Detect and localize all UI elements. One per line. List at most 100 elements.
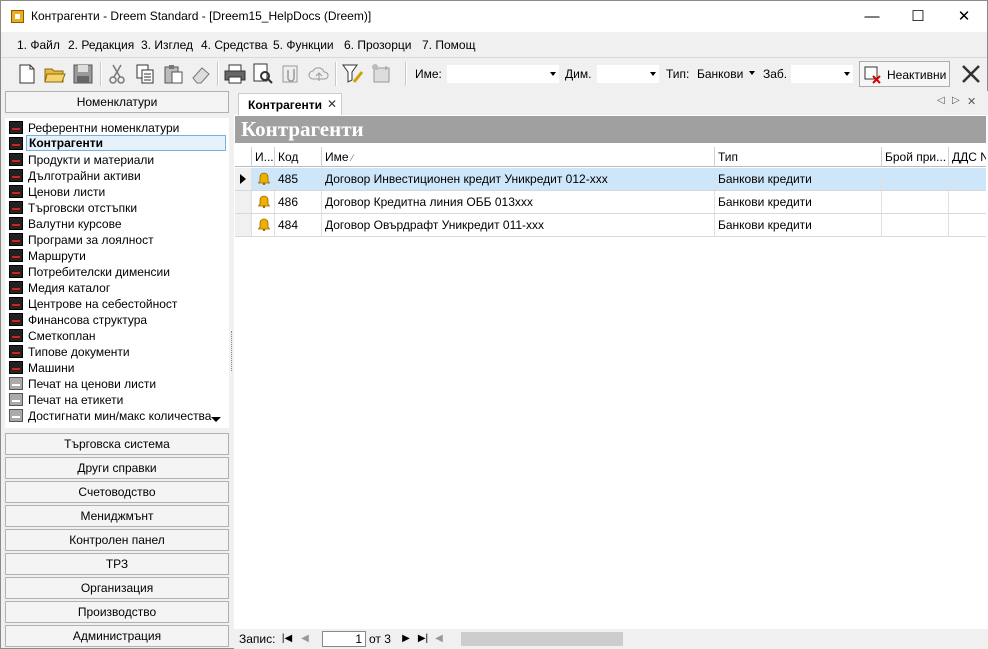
tab-scroll-right-icon[interactable]: ▷ [952, 95, 960, 106]
tab-scroll-left-icon[interactable]: ◁ [937, 95, 945, 106]
copy-icon[interactable] [133, 62, 157, 86]
table-row[interactable]: 485 Договор Инвестиционен кредит Уникред… [235, 168, 986, 191]
first-record-icon[interactable]: |◀ [280, 632, 294, 646]
section-organization[interactable]: Организация [5, 577, 229, 599]
nav-item-routes[interactable]: Маршрути [9, 247, 229, 263]
nav-item-chart-of-accounts[interactable]: Сметкоплан [9, 327, 229, 343]
report-icon [9, 137, 23, 150]
menu-windows[interactable]: 6. Прозорци [344, 38, 411, 52]
prev-record-icon[interactable]: ◀ [298, 632, 312, 646]
tab-contractors[interactable]: Контрагенти ✕ [238, 93, 342, 115]
nav-item-machines[interactable]: Машини [9, 359, 229, 375]
menu-functions[interactable]: 5. Функции [273, 38, 334, 52]
table-row[interactable]: 484 Договор Овърдрафт Уникредит 011-ххх … [235, 214, 986, 237]
title-bar: Контрагенти - Dreem Standard - [Dreem15_… [1, 1, 987, 32]
nav-item-discounts[interactable]: Търговски отстъпки [9, 199, 229, 215]
chevron-down-icon[interactable] [749, 71, 755, 75]
close-x-icon[interactable] [959, 62, 983, 86]
close-all-tabs-icon[interactable]: ✕ [967, 95, 976, 108]
chevron-down-icon[interactable] [650, 72, 656, 76]
maximize-button[interactable]: ☐ [895, 1, 941, 32]
print-icon[interactable] [223, 62, 247, 86]
scrollbar-thumb[interactable] [461, 632, 623, 646]
record-number-input[interactable]: 1 [322, 631, 366, 647]
panel-header: Контрагенти [235, 116, 986, 143]
tab-strip: Контрагенти ✕ ◁ ▷ ✕ [234, 91, 988, 115]
nav-item-financial-structure[interactable]: Финансова структура [9, 311, 229, 327]
cloud-upload-icon[interactable] [307, 62, 331, 86]
name-combo[interactable] [447, 65, 559, 83]
close-button[interactable]: ✕ [941, 1, 987, 32]
new-document-icon[interactable] [15, 62, 39, 86]
report-icon [9, 201, 23, 214]
nomenclature-list[interactable]: Референтни номенклатури Контрагенти Прод… [5, 118, 229, 428]
menu-help[interactable]: 7. Помощ [422, 38, 475, 52]
section-nomenclatures[interactable]: Номенклатури [5, 91, 229, 113]
inactive-toggle-button[interactable]: Неактивни [859, 61, 950, 87]
application-window: Контрагенти - Dreem Standard - [Dreem15_… [0, 0, 988, 649]
new-record-icon[interactable]: ◀ [432, 632, 446, 646]
column-header-name[interactable]: Име ⁄ [322, 147, 715, 167]
nav-item-document-types[interactable]: Типове документи [9, 343, 229, 359]
calendar-settings-icon[interactable] [369, 62, 393, 86]
report-icon [9, 329, 23, 342]
nav-item-price-lists[interactable]: Ценови листи [9, 183, 229, 199]
section-payroll[interactable]: ТРЗ [5, 553, 229, 575]
nav-item-print-price-lists[interactable]: Печат на ценови листи [9, 375, 229, 391]
cell-code: 484 [275, 214, 322, 236]
report-icon [9, 265, 23, 278]
tab-close-icon[interactable]: ✕ [327, 97, 337, 111]
attach-icon[interactable] [279, 62, 303, 86]
eraser-icon[interactable] [189, 62, 213, 86]
nav-item-fixed-assets[interactable]: Дълготрайни активи [9, 167, 229, 183]
zab-combo[interactable] [791, 65, 853, 83]
nav-item-cost-centers[interactable]: Центрове на себестойност [9, 295, 229, 311]
row-icon-cell [252, 191, 275, 213]
nav-item-print-labels[interactable]: Печат на етикети [9, 391, 229, 407]
cell-code: 485 [275, 168, 322, 190]
section-other-reports[interactable]: Други справки [5, 457, 229, 479]
menu-view[interactable]: 3. Изглед [141, 38, 193, 52]
horizontal-scrollbar[interactable] [449, 631, 984, 647]
nav-item-contractors[interactable]: Контрагенти [9, 135, 229, 151]
open-folder-icon[interactable] [43, 62, 67, 86]
nav-item-exchange-rates[interactable]: Валутни курсове [9, 215, 229, 231]
table-row[interactable]: 486 Договор Кредитна линия ОББ 013ххх Ба… [235, 191, 986, 214]
nav-item-loyalty-programs[interactable]: Програми за лоялност [9, 231, 229, 247]
section-administration[interactable]: Администрация [5, 625, 229, 647]
menu-tools[interactable]: 4. Средства [201, 38, 268, 52]
column-header-vat[interactable]: ДДС N [949, 147, 986, 167]
nav-item-media-catalog[interactable]: Медия каталог [9, 279, 229, 295]
last-record-icon[interactable]: ▶| [416, 632, 430, 646]
scroll-down-icon[interactable] [211, 417, 221, 422]
column-header-type[interactable]: Тип [715, 147, 882, 167]
nav-item-user-dimensions[interactable]: Потребителски дименсии [9, 263, 229, 279]
dim-combo[interactable] [597, 65, 659, 83]
filter-edit-icon[interactable] [341, 62, 365, 86]
minimize-button[interactable]: — [849, 1, 895, 32]
nav-item-reference-nomenclatures[interactable]: Референтни номенклатури [9, 119, 229, 135]
nav-item-min-max-quantities[interactable]: Достигнати мин/макс количества [9, 407, 229, 423]
section-accounting[interactable]: Счетоводство [5, 481, 229, 503]
column-header-icon[interactable]: И... [252, 147, 275, 167]
column-header-code[interactable]: Код [275, 147, 322, 167]
cut-icon[interactable] [105, 62, 129, 86]
cell-vat [949, 191, 986, 213]
column-header-count[interactable]: Брой при... [882, 147, 949, 167]
print-preview-icon[interactable] [251, 62, 275, 86]
nav-item-products[interactable]: Продукти и материали [9, 151, 229, 167]
report-icon [9, 361, 23, 374]
section-management[interactable]: Мениджмънт [5, 505, 229, 527]
section-control-panel[interactable]: Контролен панел [5, 529, 229, 551]
menu-file[interactable]: 1. Файл [17, 38, 60, 52]
next-record-icon[interactable]: ▶ [399, 632, 413, 646]
menu-edit[interactable]: 2. Редакция [68, 38, 134, 52]
section-trade-system[interactable]: Търговска система [5, 433, 229, 455]
paste-icon[interactable] [161, 62, 185, 86]
chevron-down-icon[interactable] [844, 72, 850, 76]
section-production[interactable]: Производство [5, 601, 229, 623]
row-icon-cell [252, 214, 275, 236]
record-label: Запис: [239, 632, 276, 646]
chevron-down-icon[interactable] [550, 72, 556, 76]
save-icon[interactable] [71, 62, 95, 86]
